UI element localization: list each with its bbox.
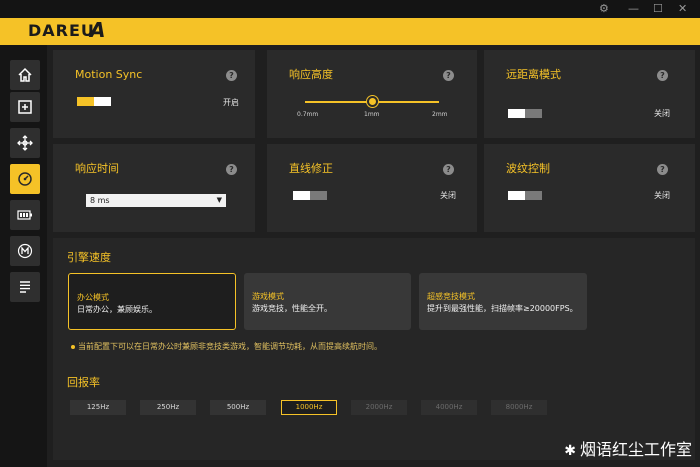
ripple-toggle[interactable]: [508, 191, 542, 200]
lod-slider-thumb[interactable]: [367, 96, 378, 107]
angle-snap-toggle[interactable]: [293, 191, 327, 200]
polling-rate-title: 回报率: [67, 376, 100, 389]
macro-m-icon: [17, 243, 33, 259]
weibo-logo-icon: ✱: [564, 443, 576, 459]
rate-500hz[interactable]: 500Hz: [210, 400, 266, 415]
sidebar-item-buttons[interactable]: [10, 92, 40, 122]
minimize-icon[interactable]: —: [628, 2, 639, 16]
motion-sync-toggle[interactable]: [77, 97, 111, 106]
sidebar: [0, 45, 47, 467]
toggle-state: 关闭: [654, 109, 670, 118]
sidebar-item-performance[interactable]: [10, 164, 40, 194]
engine-note-text: 当前配置下可以在日常办公时兼顾非竞技类游戏，智能调节功耗，从而提高续航时间。: [78, 342, 382, 351]
card-long-distance-mode: 远距离模式 ? 关闭: [484, 50, 695, 138]
rate-125hz[interactable]: 125Hz: [70, 400, 126, 415]
battery-icon: [17, 210, 32, 220]
card-title: 响应高度: [289, 68, 333, 81]
engine-speed-title: 引擎速度: [67, 251, 111, 264]
mode-esports[interactable]: 超感竞技模式 提升到最强性能，扫描帧率≥20000FPS。: [419, 273, 587, 330]
help-icon[interactable]: ?: [657, 70, 668, 81]
card-title: 响应时间: [75, 162, 119, 175]
close-icon[interactable]: ✕: [678, 2, 687, 16]
sidebar-item-home[interactable]: [10, 60, 40, 90]
title-bar: ⚙ — ☐ ✕: [0, 0, 700, 18]
toggle-state: 关闭: [440, 191, 456, 200]
card-ripple-control: 波纹控制 ? 关闭: [484, 144, 695, 232]
watermark: ✱ 烟语红尘工作室: [564, 440, 692, 461]
main-panel: Motion Sync ? 开启 响应高度 ? 0.7mm 1mm 2mm 远距…: [47, 45, 700, 467]
mode-name: 游戏模式: [252, 292, 284, 301]
card-title: 波纹控制: [506, 162, 550, 175]
help-icon[interactable]: ?: [226, 164, 237, 175]
performance-icon: [18, 172, 32, 186]
engine-note: 当前配置下可以在日常办公时兼顾非竞技类游戏，智能调节功耗，从而提高续航时间。: [71, 342, 382, 352]
help-icon[interactable]: ?: [443, 164, 454, 175]
card-title: 直线修正: [289, 162, 333, 175]
brand-mark-icon: A: [90, 18, 106, 42]
plus-box-icon: [18, 100, 32, 114]
rate-2000hz: 2000Hz: [351, 400, 407, 415]
rate-1000hz[interactable]: 1000Hz: [281, 400, 337, 415]
dropdown-arrow-icon: ▼: [216, 196, 222, 204]
sidebar-item-settings[interactable]: [10, 272, 40, 302]
long-distance-toggle[interactable]: [508, 109, 542, 118]
card-lift-off-distance: 响应高度 ? 0.7mm 1mm 2mm: [267, 50, 477, 138]
card-title: 远距离模式: [506, 68, 561, 81]
bullet-icon: [71, 344, 75, 349]
card-response-time: 响应时间 ? 8 ms ▼: [53, 144, 255, 232]
mode-desc: 日常办公，兼顾娱乐。: [77, 305, 157, 314]
mode-desc: 游戏竞技，性能全开。: [252, 304, 332, 313]
maximize-icon[interactable]: ☐: [653, 2, 663, 16]
sidebar-item-dpi[interactable]: [10, 128, 40, 158]
response-time-select[interactable]: 8 ms ▼: [86, 194, 226, 207]
lod-tick: 0.7mm: [297, 111, 319, 118]
lod-tick: 1mm: [364, 111, 380, 118]
card-title: Motion Sync: [75, 68, 143, 81]
rate-8000hz: 8000Hz: [491, 400, 547, 415]
list-icon: [20, 281, 30, 293]
brand-logo: DAREU: [28, 21, 95, 40]
move-arrows-icon: [17, 135, 33, 151]
rate-4000hz: 4000Hz: [421, 400, 477, 415]
settings-gear-icon[interactable]: ⚙: [599, 2, 609, 16]
mode-name: 超感竞技模式: [427, 292, 475, 301]
sidebar-item-macro[interactable]: [10, 236, 40, 266]
mode-desc: 提升到最强性能，扫描帧率≥20000FPS。: [427, 304, 578, 313]
brand-header: DAREU A: [0, 18, 700, 45]
toggle-state: 开启: [223, 98, 239, 107]
sidebar-item-battery[interactable]: [10, 200, 40, 230]
rate-250hz[interactable]: 250Hz: [140, 400, 196, 415]
mode-gaming[interactable]: 游戏模式 游戏竞技，性能全开。: [244, 273, 411, 330]
mode-office[interactable]: 办公模式 日常办公，兼顾娱乐。: [68, 273, 236, 330]
card-angle-snapping: 直线修正 ? 关闭: [267, 144, 477, 232]
help-icon[interactable]: ?: [443, 70, 454, 81]
watermark-text: 烟语红尘工作室: [579, 440, 692, 459]
card-motion-sync: Motion Sync ? 开启: [53, 50, 255, 138]
help-icon[interactable]: ?: [657, 164, 668, 175]
select-value: 8 ms: [90, 196, 110, 205]
mode-name: 办公模式: [77, 293, 109, 302]
help-icon[interactable]: ?: [226, 70, 237, 81]
home-icon: [18, 67, 32, 82]
lod-tick: 2mm: [432, 111, 448, 118]
toggle-state: 关闭: [654, 191, 670, 200]
